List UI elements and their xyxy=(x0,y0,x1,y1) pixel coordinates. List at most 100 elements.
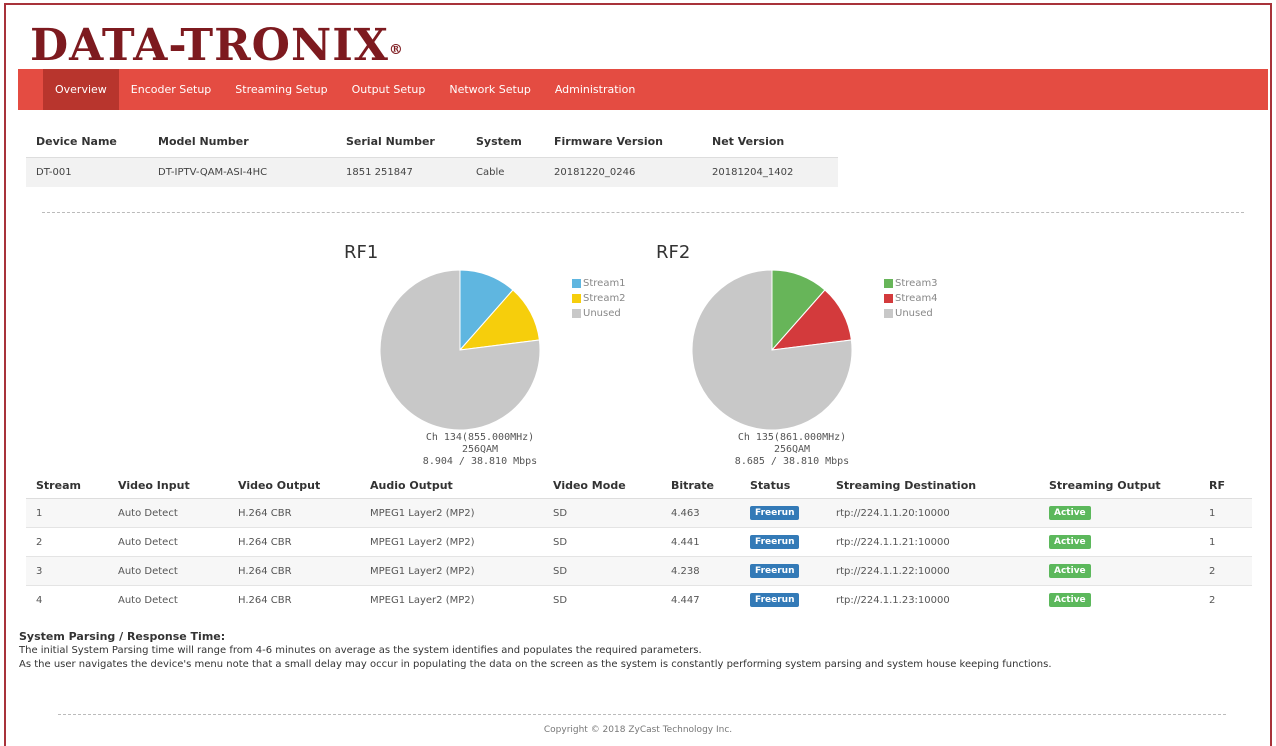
rf2-channel-info: Ch 135(861.000MHz) 256QAM 8.685 / 38.810… xyxy=(734,432,850,467)
serial-number-value: 1851 251847 xyxy=(336,157,466,187)
table-row: 3 Auto Detect H.264 CBR MPEG1 Layer2 (MP… xyxy=(26,556,1252,586)
legend-swatch xyxy=(572,294,581,303)
legend-swatch xyxy=(884,309,893,318)
device-row: DT-001 DT-IPTV-QAM-ASI-4HC 1851 251847 C… xyxy=(26,157,838,187)
rf1-legend-unused: Unused xyxy=(572,306,626,321)
device-header-serial: Serial Number xyxy=(336,128,466,158)
active-badge: Active xyxy=(1049,535,1091,549)
nav-streaming-setup[interactable]: Streaming Setup xyxy=(223,69,339,110)
bitrate: 4.447 xyxy=(661,585,740,615)
rf1-legend-stream1: Stream1 xyxy=(572,276,626,291)
video-input: Auto Detect xyxy=(108,527,228,557)
divider xyxy=(42,212,1244,213)
video-output: H.264 CBR xyxy=(228,585,360,615)
nav-administration[interactable]: Administration xyxy=(543,69,648,110)
status-cell: Freerun xyxy=(740,556,826,586)
device-header-name: Device Name xyxy=(26,128,148,158)
streaming-destination: rtp://224.1.1.20:10000 xyxy=(826,498,1039,528)
status-badge: Freerun xyxy=(750,506,800,520)
stream-header-rf: RF xyxy=(1199,473,1252,499)
nav-network-setup[interactable]: Network Setup xyxy=(437,69,542,110)
legend-swatch xyxy=(572,309,581,318)
rf2-legend-unused: Unused xyxy=(884,306,938,321)
bitrate: 4.441 xyxy=(661,527,740,557)
legend-swatch xyxy=(572,279,581,288)
streaming-output-cell: Active xyxy=(1039,498,1199,528)
table-row: 4 Auto Detect H.264 CBR MPEG1 Layer2 (MP… xyxy=(26,585,1252,615)
device-header-model: Model Number xyxy=(148,128,336,158)
device-header-net: Net Version xyxy=(702,128,838,158)
device-header-firmware: Firmware Version xyxy=(544,128,702,158)
status-cell: Freerun xyxy=(740,527,826,557)
rf-number: 2 xyxy=(1199,556,1252,586)
stream-number: 2 xyxy=(26,527,108,557)
streaming-output-cell: Active xyxy=(1039,527,1199,557)
streaming-output-cell: Active xyxy=(1039,585,1199,615)
bitrate: 4.238 xyxy=(661,556,740,586)
rf2-title: RF2 xyxy=(656,242,691,263)
video-output: H.264 CBR xyxy=(228,556,360,586)
notes-title: System Parsing / Response Time: xyxy=(19,630,226,643)
stream-number: 1 xyxy=(26,498,108,528)
streaming-destination: rtp://224.1.1.23:10000 xyxy=(826,585,1039,615)
audio-output: MPEG1 Layer2 (MP2) xyxy=(360,498,543,528)
rf1-legend: Stream1 Stream2 Unused xyxy=(572,276,626,321)
nav-encoder-setup[interactable]: Encoder Setup xyxy=(119,69,224,110)
stream-header-video-mode: Video Mode xyxy=(543,473,661,499)
rf2-legend: Stream3 Stream4 Unused xyxy=(884,276,938,321)
rf1-legend-stream2: Stream2 xyxy=(572,291,626,306)
active-badge: Active xyxy=(1049,593,1091,608)
video-mode: SD xyxy=(543,527,661,557)
rf1-channel-info: Ch 134(855.000MHz) 256QAM 8.904 / 38.810… xyxy=(422,432,538,467)
system-value: Cable xyxy=(466,157,544,187)
status-badge: Freerun xyxy=(750,593,800,608)
footer-divider xyxy=(58,714,1226,715)
stream-header-audio-output: Audio Output xyxy=(360,473,543,499)
video-output: H.264 CBR xyxy=(228,527,360,557)
net-version-value: 20181204_1402 xyxy=(702,157,838,187)
rf2-pie-chart xyxy=(691,269,853,431)
system-notes: System Parsing / Response Time: The init… xyxy=(19,630,1052,672)
legend-swatch xyxy=(884,294,893,303)
audio-output: MPEG1 Layer2 (MP2) xyxy=(360,585,543,615)
status-cell: Freerun xyxy=(740,585,826,615)
stream-header-bitrate: Bitrate xyxy=(661,473,740,499)
nav-overview[interactable]: Overview xyxy=(43,69,119,110)
rf1-pie-chart xyxy=(379,269,541,431)
streaming-destination: rtp://224.1.1.22:10000 xyxy=(826,556,1039,586)
audio-output: MPEG1 Layer2 (MP2) xyxy=(360,556,543,586)
stream-number: 4 xyxy=(26,585,108,615)
stream-number: 3 xyxy=(26,556,108,586)
stream-header-destination: Streaming Destination xyxy=(826,473,1039,499)
video-mode: SD xyxy=(543,585,661,615)
notes-line-1: The initial System Parsing time will ran… xyxy=(19,645,702,656)
table-row: 1 Auto Detect H.264 CBR MPEG1 Layer2 (MP… xyxy=(26,498,1252,528)
rf-number: 2 xyxy=(1199,585,1252,615)
active-badge: Active xyxy=(1049,506,1091,520)
video-input: Auto Detect xyxy=(108,585,228,615)
video-input: Auto Detect xyxy=(108,498,228,528)
rf2-legend-stream3: Stream3 xyxy=(884,276,938,291)
status-badge: Freerun xyxy=(750,564,800,578)
status-cell: Freerun xyxy=(740,498,826,528)
video-input: Auto Detect xyxy=(108,556,228,586)
streams-table: Stream Video Input Video Output Audio Ou… xyxy=(26,473,1252,615)
video-mode: SD xyxy=(543,556,661,586)
stream-header-video-input: Video Input xyxy=(108,473,228,499)
table-row: 2 Auto Detect H.264 CBR MPEG1 Layer2 (MP… xyxy=(26,527,1252,557)
bitrate: 4.463 xyxy=(661,498,740,528)
audio-output: MPEG1 Layer2 (MP2) xyxy=(360,527,543,557)
device-name-value: DT-001 xyxy=(26,157,148,187)
stream-header-streaming-output: Streaming Output xyxy=(1039,473,1199,499)
streaming-output-cell: Active xyxy=(1039,556,1199,586)
stream-header-stream: Stream xyxy=(26,473,108,499)
rf2-legend-stream4: Stream4 xyxy=(884,291,938,306)
nav-output-setup[interactable]: Output Setup xyxy=(340,69,438,110)
status-badge: Freerun xyxy=(750,535,800,549)
footer-copyright: Copyright © 2018 ZyCast Technology Inc. xyxy=(543,725,733,735)
firmware-version-value: 20181220_0246 xyxy=(544,157,702,187)
device-info-table: Device Name Model Number Serial Number S… xyxy=(26,128,838,187)
video-output: H.264 CBR xyxy=(228,498,360,528)
main-nav: Overview Encoder Setup Streaming Setup O… xyxy=(18,69,1268,110)
stream-header-video-output: Video Output xyxy=(228,473,360,499)
